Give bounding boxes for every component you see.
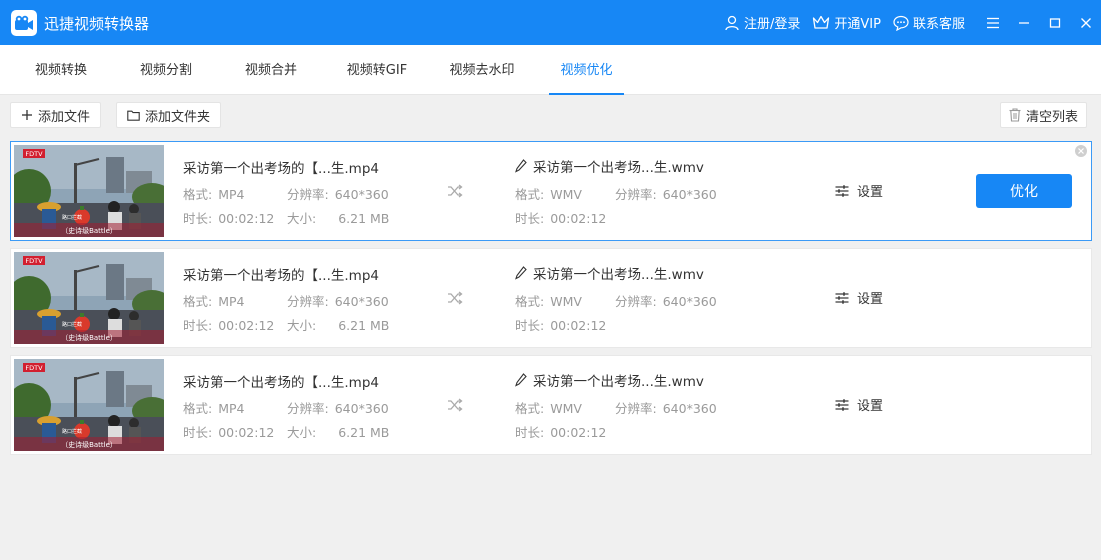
pencil-icon	[515, 266, 527, 280]
chat-bubble-icon	[893, 15, 909, 31]
tab-video-optimize[interactable]: 视频优化	[549, 45, 624, 95]
tab-video-to-gif[interactable]: 视频转GIF	[335, 45, 419, 95]
tab-video-split[interactable]: 视频分割	[127, 45, 205, 95]
user-icon	[725, 15, 739, 30]
thumbnail-sub: 路口拦截	[62, 321, 82, 328]
output-duration: 时长: 00:02:12	[515, 425, 607, 440]
support-label: 联系客服	[912, 17, 965, 32]
app-title: 迅捷视频转换器	[44, 15, 150, 33]
output-duration: 时长: 00:02:12	[515, 211, 607, 226]
source-size: 大小: 6.21 MB	[287, 425, 390, 440]
file-row-2[interactable]: FDTV 路口拦截 （史诗级Battle） 采访第一个出考场的【...生.mp4…	[10, 248, 1092, 348]
output-file-name[interactable]: 采访第一个出考场...生.wmv	[515, 156, 704, 176]
clear-list-button[interactable]: 清空列表	[1000, 102, 1088, 128]
maximize-button[interactable]	[1039, 0, 1070, 45]
source-duration: 时长: 00:02:12	[183, 425, 275, 440]
source-file-name: 采访第一个出考场的【...生.mp4	[183, 375, 379, 391]
add-file-button[interactable]: 添加文件	[10, 102, 102, 128]
login-label: 注册/登录	[744, 17, 801, 32]
tab-video-convert[interactable]: 视频转换	[22, 45, 100, 95]
tab-video-merge[interactable]: 视频合并	[232, 45, 310, 95]
video-thumbnail: FDTV 路口拦截 （史诗级Battle）	[14, 145, 164, 237]
file-row-1[interactable]: FDTV 路口拦截 （史诗级Battle） 采访第一个出考场的【...生.mp4…	[10, 141, 1092, 241]
output-duration: 时长: 00:02:12	[515, 318, 607, 333]
settings-button[interactable]: 设置	[835, 181, 883, 200]
video-thumbnail: FDTV 路口拦截 （史诗级Battle）	[14, 252, 164, 344]
optimize-button[interactable]: 优化	[976, 174, 1072, 208]
file-row-3[interactable]: FDTV 路口拦截 （史诗级Battle） 采访第一个出考场的【...生.mp4…	[10, 355, 1092, 455]
close-icon	[1080, 17, 1091, 28]
thumbnail-caption: （史诗级Battle）	[61, 440, 117, 449]
source-size: 大小: 6.21 MB	[287, 318, 390, 333]
maximize-icon	[1049, 17, 1060, 28]
output-resolution: 分辨率: 640*360	[615, 294, 717, 309]
vip-button[interactable]: 开通VIP	[812, 13, 881, 32]
source-resolution: 分辨率: 640*360	[287, 294, 389, 309]
output-format: 格式: WMV	[515, 401, 582, 416]
close-button[interactable]	[1070, 0, 1101, 45]
title-bar: 迅捷视频转换器 注册/登录 开通VIP 联系客服	[0, 0, 1101, 45]
shuffle-icon	[447, 183, 463, 202]
source-resolution: 分辨率: 640*360	[287, 401, 389, 416]
sliders-icon	[835, 291, 849, 304]
add-folder-label: 添加文件夹	[145, 109, 211, 125]
pencil-icon	[515, 373, 527, 387]
output-format: 格式: WMV	[515, 187, 582, 202]
source-duration: 时长: 00:02:12	[183, 211, 275, 226]
thumbnail-channel: FDTV	[25, 150, 43, 158]
folder-icon	[127, 110, 140, 121]
thumbnail-channel: FDTV	[25, 257, 43, 265]
remove-item-icon[interactable]	[1075, 145, 1087, 157]
shuffle-icon	[447, 397, 463, 416]
minimize-icon	[1018, 21, 1029, 24]
add-file-label: 添加文件	[38, 109, 91, 125]
source-file-name: 采访第一个出考场的【...生.mp4	[183, 161, 379, 177]
shuffle-icon	[447, 290, 463, 309]
vip-label: 开通VIP	[834, 17, 881, 32]
sliders-icon	[835, 184, 849, 197]
source-duration: 时长: 00:02:12	[183, 318, 275, 333]
tab-remove-watermark[interactable]: 视频去水印	[440, 45, 524, 95]
output-resolution: 分辨率: 640*360	[615, 401, 717, 416]
menu-button[interactable]	[977, 0, 1008, 45]
video-thumbnail: FDTV 路口拦截 （史诗级Battle）	[14, 359, 164, 451]
plus-icon	[22, 110, 32, 120]
minimize-button[interactable]	[1008, 0, 1039, 45]
output-format: 格式: WMV	[515, 294, 582, 309]
login-button[interactable]: 注册/登录	[724, 13, 800, 32]
clear-list-label: 清空列表	[1026, 109, 1079, 125]
thumbnail-channel: FDTV	[25, 364, 43, 372]
settings-button[interactable]: 设置	[835, 288, 883, 307]
source-resolution: 分辨率: 640*360	[287, 187, 389, 202]
output-file-name[interactable]: 采访第一个出考场...生.wmv	[515, 370, 704, 390]
tab-bar: 视频转换 视频分割 视频合并 视频转GIF 视频去水印 视频优化	[0, 45, 1101, 95]
crown-icon	[813, 15, 830, 29]
thumbnail-caption: （史诗级Battle）	[61, 333, 117, 342]
source-format: 格式: MP4	[183, 187, 245, 202]
pencil-icon	[515, 159, 527, 173]
trash-icon	[1009, 108, 1021, 122]
source-format: 格式: MP4	[183, 401, 245, 416]
source-size: 大小: 6.21 MB	[287, 211, 390, 226]
output-file-name[interactable]: 采访第一个出考场...生.wmv	[515, 263, 704, 283]
output-resolution: 分辨率: 640*360	[615, 187, 717, 202]
thumbnail-sub: 路口拦截	[62, 214, 82, 221]
source-format: 格式: MP4	[183, 294, 245, 309]
thumbnail-sub: 路口拦截	[62, 428, 82, 435]
app-logo-icon	[11, 10, 37, 36]
thumbnail-caption: （史诗级Battle）	[61, 226, 117, 235]
settings-button[interactable]: 设置	[835, 395, 883, 414]
source-file-name: 采访第一个出考场的【...生.mp4	[183, 268, 379, 284]
hamburger-menu-icon	[986, 17, 999, 28]
sliders-icon	[835, 398, 849, 411]
add-folder-button[interactable]: 添加文件夹	[116, 102, 222, 128]
support-button[interactable]: 联系客服	[893, 13, 965, 32]
